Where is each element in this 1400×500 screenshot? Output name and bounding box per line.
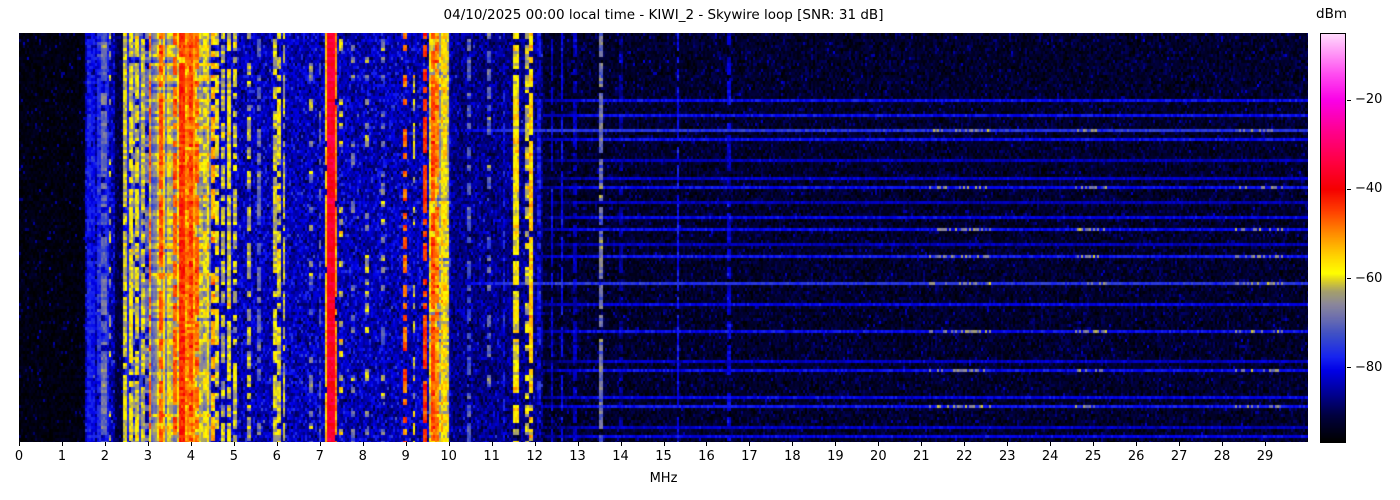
x-tick-mark [190,442,192,446]
x-axis-label: MHz [649,471,678,486]
x-tick-label: 21 [913,449,930,464]
x-tick-mark [233,442,235,446]
x-tick-mark [835,442,837,446]
x-tick-mark [749,442,751,446]
x-tick-label: 13 [569,449,586,464]
x-tick-label: 3 [143,449,153,464]
x-tick-label: 17 [741,449,758,464]
x-tick-mark [276,442,278,446]
x-tick-label: 10 [440,449,457,464]
x-tick-label: 5 [229,449,238,464]
x-tick-label: 12 [526,449,543,464]
x-tick-label: 14 [612,449,629,464]
colorbar-tick-label: −60 [1355,270,1383,286]
x-tick-label: 6 [272,449,281,464]
spectrogram-heatmap [19,33,1308,442]
x-tick-label: 18 [784,449,801,464]
x-tick-mark [878,442,880,446]
x-tick-mark [577,442,579,446]
colorbar-tick-mark [1347,367,1351,369]
colorbar-tick-mark [1347,278,1351,280]
colorbar-tick-mark [1347,99,1351,101]
x-tick-label: 25 [1084,449,1102,464]
x-tick-mark [405,442,407,446]
x-tick-label: 2 [100,449,110,464]
colorbar-gradient [1320,33,1346,443]
x-tick-mark [448,442,450,446]
colorbar-tick-mark [1347,188,1351,190]
x-tick-mark [1136,442,1138,446]
x-tick-mark [1222,442,1224,446]
x-tick-mark [534,442,536,446]
colorbar-tick-label: −20 [1355,92,1383,108]
x-tick-mark [362,442,364,446]
x-tick-mark [319,442,321,446]
x-tick-label: 4 [186,449,195,464]
chart-title: 04/10/2025 00:00 local time - KIWI_2 - S… [443,7,884,23]
x-tick-label: 15 [655,449,672,464]
x-tick-label: 0 [14,449,24,464]
x-tick-label: 27 [1170,449,1188,464]
x-tick-label: 24 [1041,449,1059,464]
x-tick-label: 16 [698,449,715,464]
x-tick-mark [706,442,708,446]
x-tick-mark [19,442,20,446]
x-tick-mark [1050,442,1052,446]
x-tick-mark [663,442,665,446]
x-tick-label: 26 [1127,449,1145,464]
x-tick-label: 20 [870,449,887,464]
x-tick-mark [1179,442,1181,446]
x-tick-label: 28 [1213,449,1231,464]
x-tick-label: 8 [358,449,367,464]
x-tick-mark [1007,442,1009,446]
x-tick-mark [792,442,794,446]
x-tick-mark [620,442,622,446]
x-tick-label: 22 [955,449,973,464]
x-tick-label: 9 [401,449,410,464]
x-tick-label: 1 [57,449,67,464]
x-tick-mark [964,442,966,446]
x-tick-label: 7 [315,449,324,464]
x-tick-mark [1265,442,1267,446]
x-tick-label: 19 [827,449,844,464]
spectrum-waterfall-figure: 04/10/2025 00:00 local time - KIWI_2 - S… [0,0,1400,500]
x-tick-label: 11 [483,449,500,464]
x-tick-mark [491,442,493,446]
x-tick-label: 23 [998,449,1016,464]
x-tick-mark [61,442,63,446]
colorbar-tick-label: −40 [1355,181,1383,197]
x-tick-mark [104,442,106,446]
colorbar-tick-label: −80 [1355,359,1383,375]
x-tick-mark [921,442,923,446]
x-tick-mark [147,442,149,446]
colorbar-unit-label: dBm [1316,6,1347,22]
x-tick-mark [1093,442,1095,446]
x-tick-label: 29 [1256,449,1274,464]
